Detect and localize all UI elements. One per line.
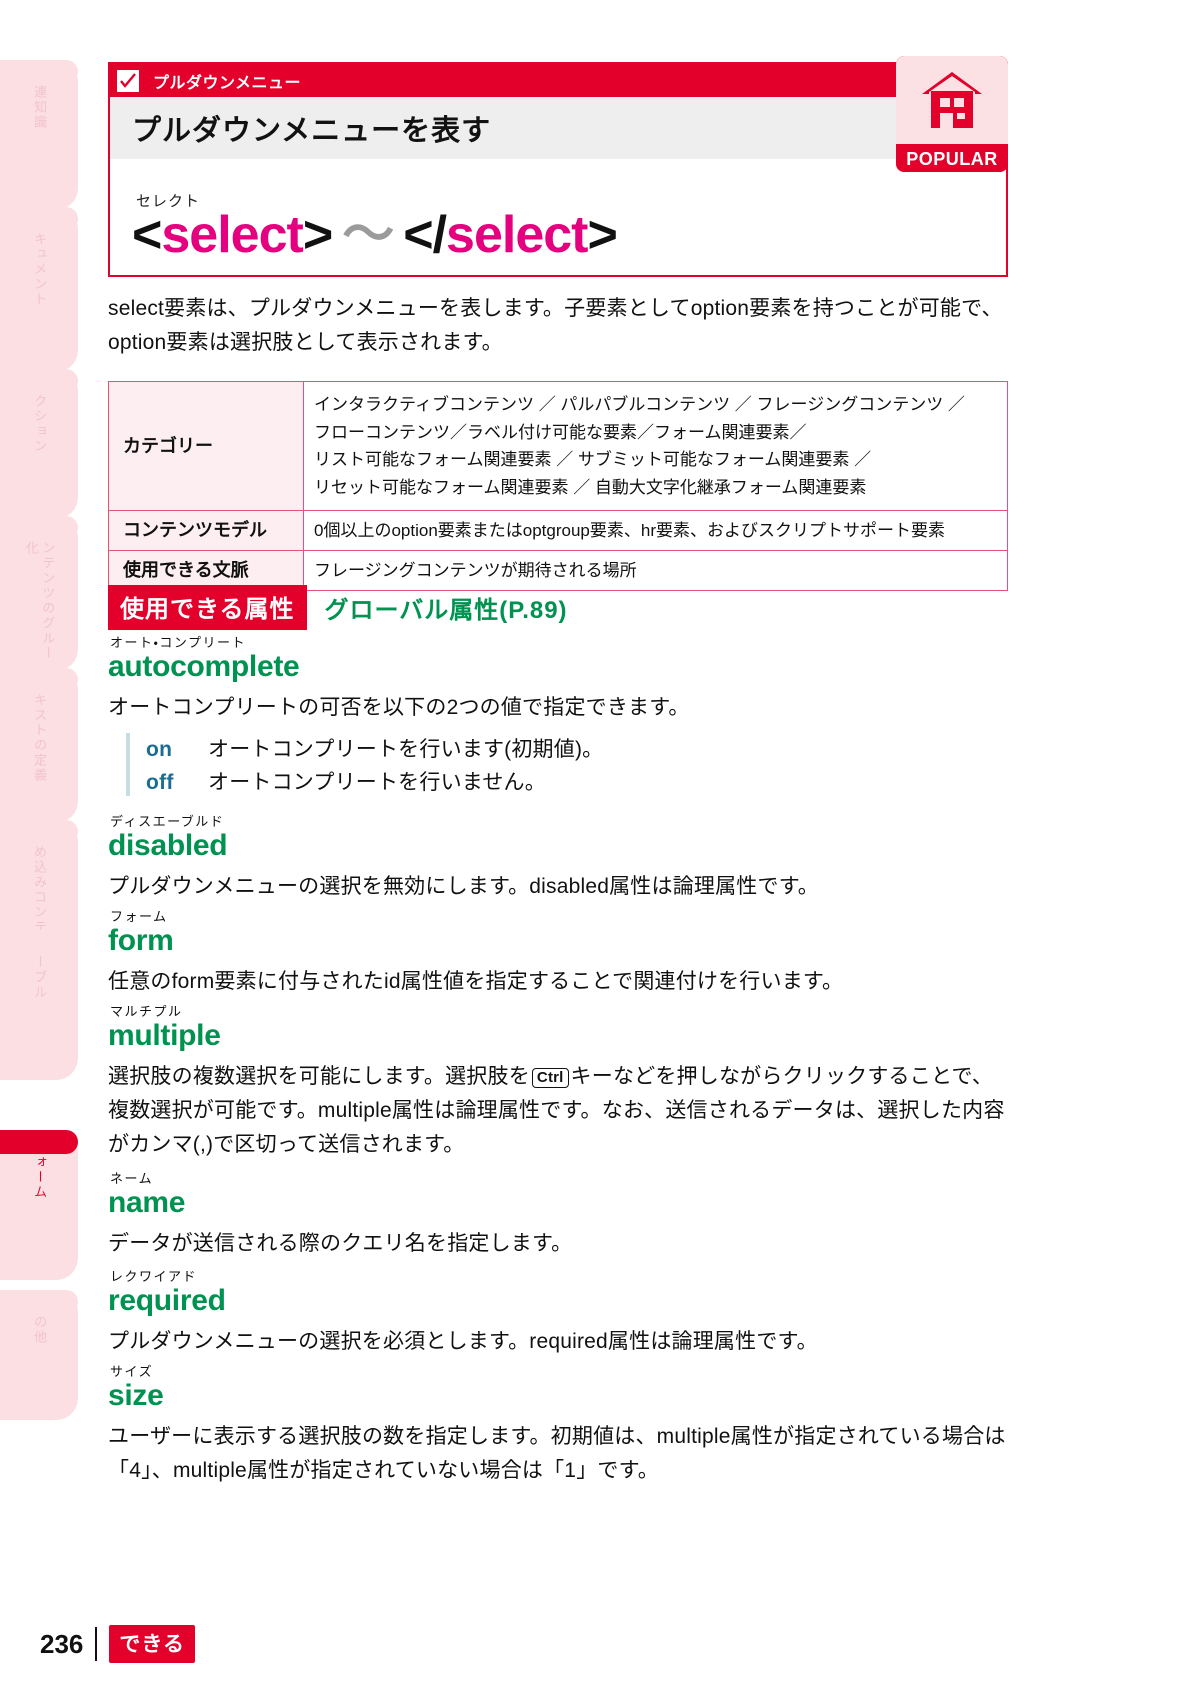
attribute-form: フォーム form 任意のform要素に付与されたid属性値を指定することで関連… [108,910,1008,999]
attribute-description: プルダウンメニューの選択を必須とします。required属性は論理属性です。 [108,1329,818,1353]
element-close-name: select [446,206,588,264]
spec-key: カテゴリー [108,380,304,512]
attribute-description: ユーザーに表示する選択肢の数を指定します。初期値は、multiple属性が指定さ… [108,1424,1006,1482]
attribute-name-attr: ネーム name データが送信される際のクエリ名を指定します。 [108,1172,1008,1261]
attributes-header: 使用できる属性 グローバル属性(P.89) [108,585,568,630]
element-signature: セレクト <select> 〜 </select> [110,159,1006,277]
book-page: 関連知識 ドキュメント セクション コンテンツのグループ化 テキストの定義 埋め… [0,0,1200,1707]
element-code: <select> 〜 </select> [132,206,618,264]
tab-band [0,1130,78,1154]
sidebar-item-3[interactable]: コンテンツのグループ化 [0,516,78,671]
spec-value: インタラクティブコンテンツ ／ パルパブルコンテンツ ／ フレージングコンテンツ… [303,380,1008,512]
element-tilde: 〜 [342,206,394,264]
spec-table: カテゴリー インタラクティブコンテンツ ／ パルパブルコンテンツ ／ フレージン… [108,380,1008,592]
tab-band [0,668,78,692]
element-open-bracket-close: > [302,206,333,264]
tab-band [0,820,78,844]
popular-badge: POPULAR [896,56,1008,172]
attribute-description: 任意のform要素に付与されたid属性値を指定することで関連付けを行います。 [108,969,844,993]
attribute-name: multiple [108,1019,221,1052]
check-box-icon [115,67,141,94]
attribute-required: レクワイアド required プルダウンメニューの選択を必須とします。requ… [108,1270,1008,1359]
sidebar-item-6[interactable]: テーブル [0,930,78,1080]
attribute-description: 選択肢の複数選択を可能にします。選択肢を Ctrl キーなどを押しながらクリックする… [108,1060,1008,1162]
category-label: プルダウンメニュー [153,74,302,92]
desc-before: 選択肢の複数選択を可能にします。選択肢を [108,1064,530,1088]
attribute-name: autocomplete [108,650,300,683]
page-number: 236 [40,1628,84,1659]
attribute-furigana: オート・コンプリート [110,635,247,650]
page-title: プルダウンメニューを表す [132,115,492,147]
spec-value-line: リスト可能なフォーム関連要素 ／ サブミット可能なフォーム関連要素 ／ [314,450,872,470]
attribute-furigana: レクワイアド [110,1269,198,1284]
brand-logo: できる [109,1625,195,1663]
sidebar-item-0[interactable]: 関連知識 [0,60,78,210]
tab-band [0,369,78,393]
attribute-name: form [108,924,174,957]
list-item: on オートコンプリートを行います(初期値)。 [146,733,1008,763]
attribute-value-list: on オートコンプリートを行います(初期値)。 off オートコンプリートを行い… [126,732,1008,796]
sidebar-item-1[interactable]: ドキュメント [0,207,78,372]
ctrl-key-icon: Ctrl [531,1067,569,1089]
spec-value-line: インタラクティブコンテンツ ／ パルパブルコンテンツ ／ フレージングコンテンツ… [314,395,965,414]
attributes-tag: 使用できる属性 [108,585,307,630]
element-title-card: プルダウンメニュー プルダウンメニューを表す セレクト <select> 〜 </s… [108,62,1008,277]
tab-band [0,516,78,540]
attribute-furigana: サイズ [110,1364,154,1379]
element-open-bracket: < [132,206,162,264]
spec-key: コンテンツモデル [108,510,304,552]
attribute-furigana: マルチプル [110,1004,183,1019]
side-tab-strip: 関連知識 ドキュメント セクション コンテンツのグループ化 テキストの定義 埋め… [0,0,95,1707]
tab-band [0,207,78,231]
intro-paragraph: select要素は、プルダウンメニューを表します。子要素としてoption要素を… [108,297,1003,355]
attribute-description: プルダウンメニューの選択を無効にします。disabled属性は論理属性です。 [108,874,819,898]
spec-value-line: フローコンテンツ／ラベル付け可能な要素／フォーム関連要素／ [314,422,807,442]
spec-value-line: リセット可能なフォーム関連要素 ／ 自動大文字化継承フォーム関連要素 [314,477,867,497]
attribute-multiple: マルチプル multiple 選択肢の複数選択を可能にします。選択肢を Ctrl キ… [108,1005,1008,1162]
value-key: off [146,770,174,794]
attribute-furigana: ディスエーブルド [110,814,225,829]
category-bar: プルダウンメニュー [110,64,1006,97]
value-text: オートコンプリートを行います(初期値)。 [208,737,604,761]
page-title-bar: プルダウンメニューを表す [110,97,1006,159]
value-text: オートコンプリートを行いません。 [208,770,546,794]
sidebar-item-7[interactable]: フォーム [0,1130,78,1280]
attribute-name: required [108,1284,226,1317]
sidebar-item-8[interactable]: その他 [0,1290,78,1420]
attribute-name: name [108,1186,186,1219]
tab-band [0,1290,78,1314]
sidebar-item-4[interactable]: テキストの定義 [0,668,78,823]
element-open-name: select [161,206,303,264]
attribute-description: データが送信される際のクエリ名を指定します。 [108,1231,573,1255]
sidebar-item-2[interactable]: セクション [0,369,78,519]
attribute-furigana: フォーム [110,909,168,924]
list-item: off オートコンプリートを行いません。 [146,766,1008,796]
global-attributes-link[interactable]: グローバル属性(P.89) [325,590,568,625]
element-close-bracket-close: > [587,206,618,264]
table-row: カテゴリー インタラクティブコンテンツ ／ パルパブルコンテンツ ／ フレージン… [108,380,1008,512]
spec-value: 0個以上のoption要素またはoptgroup要素、hr要素、およびスクリプト… [303,510,1008,552]
value-key: on [146,737,173,761]
attribute-size: サイズ size ユーザーに表示する選択肢の数を指定します。初期値は、multi… [108,1365,1008,1488]
tab-band [0,930,78,954]
attribute-name: disabled [108,829,228,862]
table-row: コンテンツモデル 0個以上のoption要素またはoptgroup要素、hr要素… [108,510,1008,552]
house-icon [896,56,1008,144]
attribute-furigana: ネーム [110,1171,154,1186]
footer-divider [95,1627,98,1661]
attribute-description: オートコンプリートの可否を以下の2つの値で指定できます。 [108,695,690,719]
attribute-name: size [108,1379,164,1412]
page-footer: 236 できる [40,1625,195,1663]
attribute-disabled: ディスエーブルド disabled プルダウンメニューの選択を無効にします。di… [108,815,1008,904]
tab-band [0,60,78,84]
popular-badge-label: POPULAR [906,149,998,169]
attribute-autocomplete: オート・コンプリート autocomplete オートコンプリートの可否を以下の… [108,636,1008,799]
element-close-bracket: </ [403,206,447,264]
